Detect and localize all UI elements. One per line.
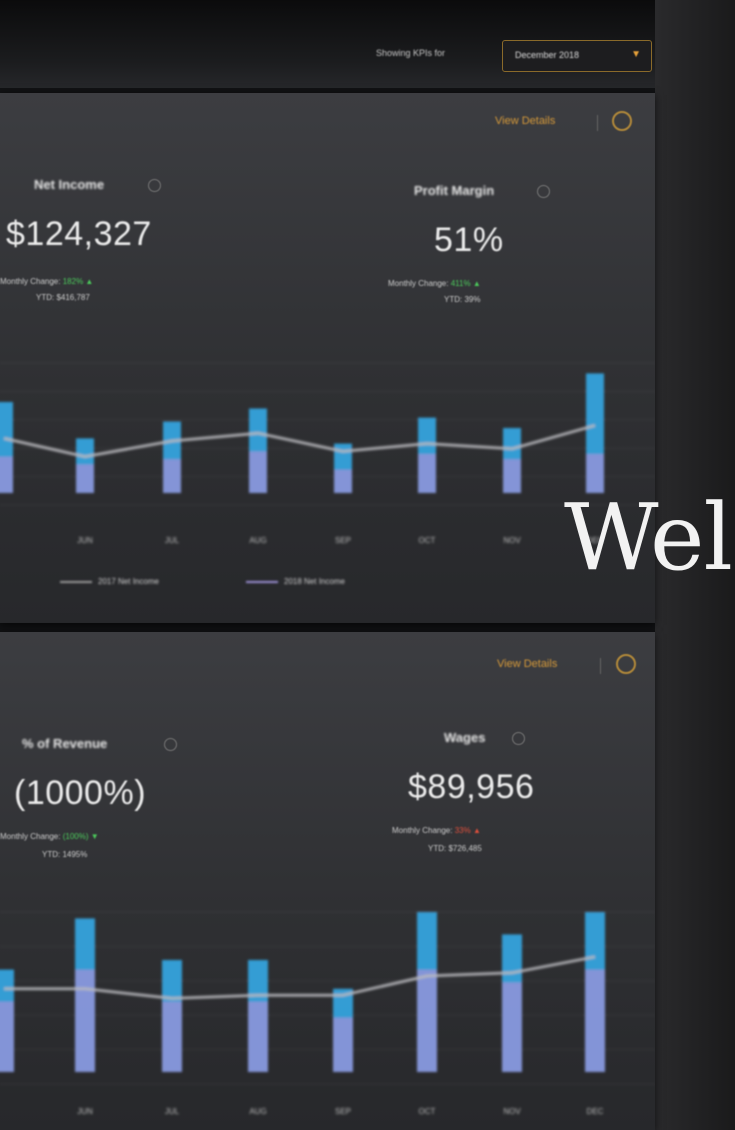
metric-title-revenue-pct: % of Revenue bbox=[22, 736, 108, 751]
change-value: (100%) bbox=[62, 832, 89, 841]
info-circle-icon[interactable] bbox=[612, 111, 632, 131]
bar-secondary bbox=[333, 1017, 353, 1072]
metric-change-net-income: Monthly Change: 182% ▲ bbox=[0, 277, 93, 286]
chart-plot: JUN JUL AUG SEP OCT NOV DEC bbox=[0, 911, 655, 1116]
bar-secondary bbox=[249, 451, 267, 493]
legend-swatch bbox=[246, 580, 278, 583]
x-tick-label: JUN bbox=[77, 536, 93, 545]
arrow-up-icon: ▲ bbox=[85, 277, 94, 286]
net-income-chart: JUN JUL AUG SEP OCT NOV DEC bbox=[0, 362, 655, 545]
x-tick-label: JUN bbox=[77, 1107, 93, 1116]
period-label: Showing KPIs for bbox=[376, 48, 446, 58]
bar-secondary bbox=[334, 469, 352, 493]
bar-secondary bbox=[163, 459, 181, 493]
metric-ytd-net-income: YTD: $416,787 bbox=[36, 293, 90, 302]
wages-chart: JUN JUL AUG SEP OCT NOV DEC bbox=[0, 911, 655, 1116]
x-tick-label: JUL bbox=[165, 536, 180, 545]
info-icon[interactable] bbox=[148, 179, 161, 192]
x-tick-label: JUL bbox=[165, 1107, 180, 1116]
metric-value-revenue-pct: (1000%) bbox=[14, 774, 147, 812]
info-icon[interactable] bbox=[164, 738, 177, 751]
info-icon[interactable] bbox=[512, 732, 525, 745]
x-tick-label: AUG bbox=[249, 536, 266, 545]
info-circle-icon[interactable] bbox=[616, 654, 636, 674]
bar-secondary bbox=[418, 454, 436, 493]
bar-secondary bbox=[417, 969, 437, 1072]
metric-title-profit-margin: Profit Margin bbox=[414, 183, 495, 198]
change-label: Monthly Change: bbox=[0, 277, 61, 286]
bar-secondary bbox=[75, 969, 95, 1072]
wages-card: View Details % of Revenue (1000%) Monthl… bbox=[0, 632, 655, 1130]
legend-item-2017: 2017 Net Income bbox=[60, 577, 159, 586]
arrow-up-icon: ▲ bbox=[472, 826, 481, 835]
change-label: Monthly Change: bbox=[392, 826, 453, 835]
x-tick-label: OCT bbox=[419, 536, 436, 545]
bar-secondary bbox=[503, 459, 521, 493]
metric-value-profit-margin: 51% bbox=[434, 221, 504, 259]
x-tick-label: OCT bbox=[419, 1107, 436, 1116]
divider bbox=[600, 658, 601, 674]
period-dropdown[interactable]: December 2018 ▼ bbox=[502, 40, 652, 72]
x-tick-label: NOV bbox=[503, 536, 521, 545]
arrow-down-icon: ▼ bbox=[90, 832, 99, 841]
chart-plot: JUN JUL AUG SEP OCT NOV DEC bbox=[0, 362, 655, 545]
change-value: 411% bbox=[450, 279, 471, 288]
metric-ytd-wages: YTD: $726,485 bbox=[428, 844, 482, 853]
metric-title-wages: Wages bbox=[444, 730, 486, 745]
welcome-heading: Wel bbox=[564, 484, 733, 591]
view-details-link[interactable]: View Details bbox=[497, 658, 557, 670]
change-value: 182% bbox=[62, 277, 84, 286]
net-income-card: View Details Net Income $124,327 Monthly… bbox=[0, 93, 655, 623]
arrow-up-icon: ▲ bbox=[472, 279, 481, 288]
metric-change-revenue-pct: Monthly Change: (100%) ▼ bbox=[0, 832, 99, 841]
bar-secondary bbox=[248, 1001, 268, 1072]
legend-label: 2018 Net Income bbox=[284, 577, 345, 586]
change-value: 33% bbox=[454, 826, 471, 835]
metric-ytd-revenue-pct: YTD: 1495% bbox=[42, 850, 88, 859]
legend-swatch bbox=[60, 580, 92, 583]
x-tick-label: NOV bbox=[503, 1107, 521, 1116]
metric-value-wages: $89,956 bbox=[408, 768, 535, 806]
bar-secondary bbox=[0, 456, 13, 493]
metric-title-net-income: Net Income bbox=[34, 177, 105, 192]
legend-label: 2017 Net Income bbox=[98, 577, 159, 586]
info-icon[interactable] bbox=[537, 185, 550, 198]
x-tick-label: DEC bbox=[587, 1107, 604, 1116]
view-details-link[interactable]: View Details bbox=[495, 115, 555, 127]
period-dropdown-value: December 2018 bbox=[515, 50, 580, 60]
x-tick-label: SEP bbox=[335, 1107, 351, 1116]
metric-value-net-income: $124,327 bbox=[6, 215, 152, 253]
change-label: Monthly Change: bbox=[0, 832, 61, 841]
x-tick-label: AUG bbox=[249, 1107, 266, 1116]
x-tick-label: SEP bbox=[335, 536, 351, 545]
bar-secondary bbox=[162, 1001, 182, 1072]
bar-secondary bbox=[585, 969, 605, 1072]
bar-secondary bbox=[502, 982, 522, 1072]
legend-item-2018: 2018 Net Income bbox=[246, 577, 345, 586]
metric-change-profit-margin: Monthly Change: 411% ▲ bbox=[388, 279, 481, 288]
chevron-down-icon: ▼ bbox=[631, 49, 641, 60]
bar-secondary bbox=[76, 464, 94, 493]
metric-ytd-profit-margin: YTD: 39% bbox=[444, 295, 481, 304]
divider bbox=[597, 115, 598, 131]
bar-secondary bbox=[0, 1001, 14, 1072]
change-label: Monthly Change: bbox=[388, 279, 449, 288]
metric-change-wages: Monthly Change: 33% ▲ bbox=[392, 826, 481, 835]
